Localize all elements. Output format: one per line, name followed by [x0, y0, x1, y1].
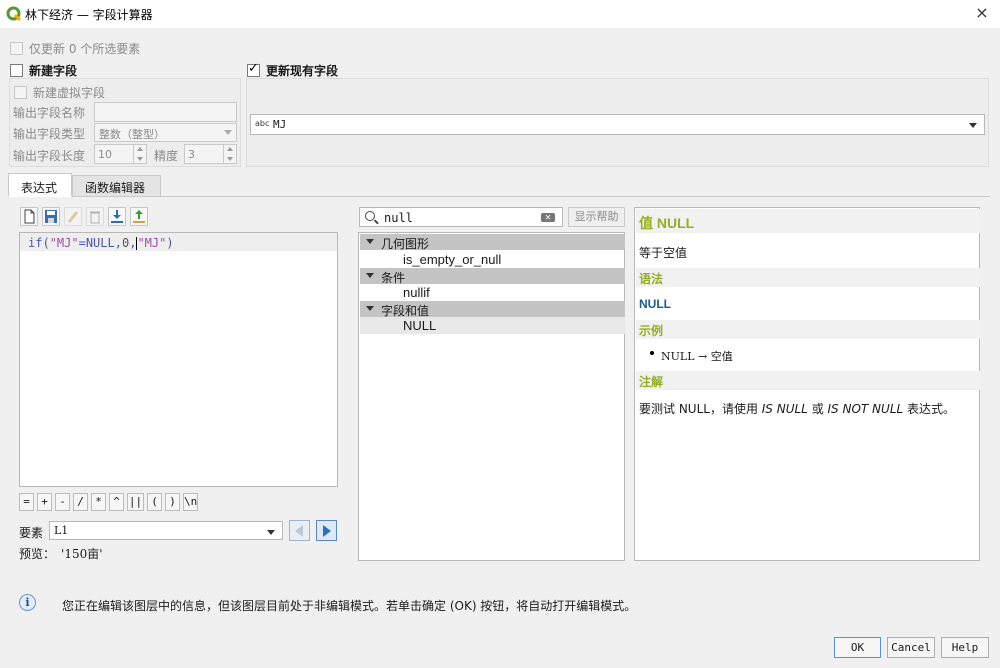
tree-group-geometry[interactable]: 几何图形 — [360, 234, 625, 251]
op-concat-button[interactable]: || — [127, 493, 144, 511]
info-message: 您正在编辑该图层中的信息，但该图层目前处于非编辑模式。若单击确定 (OK) 按钮… — [62, 599, 637, 613]
preview-label: 预览： — [19, 547, 56, 561]
output-type-label: 输出字段类型 — [13, 127, 86, 141]
qgis-logo-icon — [6, 6, 22, 22]
op-power-button[interactable]: ^ — [109, 493, 124, 511]
virtual-field-checkbox[interactable] — [14, 86, 27, 99]
search-value: null — [384, 211, 413, 225]
preview-row: 预览： '150亩' — [19, 545, 103, 562]
tree-item-null[interactable]: NULL — [360, 317, 625, 334]
tree-item-nullif[interactable]: nullif — [360, 284, 625, 301]
chevron-down-icon — [224, 130, 232, 135]
help-syntax-header: 语法 — [636, 268, 980, 287]
help-syntax: NULL — [639, 297, 671, 311]
help-description: 等于空值 — [639, 246, 688, 260]
new-file-icon[interactable] — [20, 207, 38, 226]
tab-function-editor[interactable]: 函数编辑器 — [72, 175, 161, 197]
info-icon — [19, 594, 36, 611]
chevron-down-icon — [969, 123, 977, 128]
output-length-value: 10 — [98, 148, 112, 161]
virtual-field-label: 新建虚拟字段 — [33, 86, 106, 100]
existing-field-value: MJ — [273, 118, 287, 131]
show-help-button[interactable]: 显示帮助 — [568, 207, 625, 227]
search-icon — [365, 211, 375, 221]
output-length-label: 输出字段长度 — [13, 149, 86, 163]
new-field-checkbox[interactable] — [10, 64, 23, 77]
precision-label: 精度 — [154, 149, 179, 163]
text-field-type-icon: abc — [255, 119, 270, 128]
new-field-row: 新建字段 — [10, 62, 77, 79]
chevron-down-icon[interactable] — [366, 273, 374, 278]
update-existing-checkbox[interactable] — [247, 61, 260, 77]
op-equals-button[interactable]: = — [19, 493, 34, 511]
ok-button[interactable]: OK — [834, 637, 881, 658]
update-existing-row: 更新现有字段 — [247, 61, 339, 79]
delete-icon[interactable] — [86, 207, 104, 226]
op-close-paren-button[interactable]: ) — [165, 493, 180, 511]
clear-icon[interactable]: ✕ — [541, 213, 555, 222]
next-feature-button[interactable] — [316, 520, 337, 541]
tree-group-conditionals[interactable]: 条件 — [360, 268, 625, 285]
feature-label: 要素 — [19, 526, 44, 540]
function-help-panel: 值 NULL 等于空值 语法 NULL 示例 NULL → 空值 注解 要测试 … — [634, 207, 980, 561]
op-plus-button[interactable]: + — [37, 493, 52, 511]
title-bar: 林下经济 — 字段计算器 × — [0, 0, 1000, 28]
function-search-input[interactable]: null ✕ — [359, 207, 563, 227]
help-notes-header: 注解 — [636, 371, 980, 390]
import-icon[interactable] — [108, 207, 126, 226]
help-title: 值 NULL — [636, 209, 980, 233]
cancel-button[interactable]: Cancel — [887, 637, 935, 658]
precision-spinbox[interactable]: 3 — [184, 144, 237, 164]
precision-value: 3 — [188, 148, 195, 161]
help-example: NULL → 空值 — [661, 350, 733, 363]
existing-field-combo[interactable]: abc MJ — [250, 114, 985, 135]
op-open-paren-button[interactable]: ( — [147, 493, 162, 511]
chevron-down-icon[interactable] — [366, 306, 374, 311]
save-icon[interactable] — [42, 207, 60, 226]
spin-arrows-icon[interactable] — [133, 145, 146, 163]
feature-value: L1 — [54, 524, 69, 537]
update-selected-row: 仅更新 0 个所选要素 — [10, 40, 140, 57]
op-multiply-button[interactable]: * — [91, 493, 106, 511]
new-field-label: 新建字段 — [29, 64, 78, 78]
window-title: 林下经济 — 字段计算器 — [25, 8, 153, 22]
chevron-down-icon[interactable] — [366, 239, 374, 244]
update-existing-label: 更新现有字段 — [266, 64, 339, 78]
expression-code: if("MJ"=NULL,0,"MJ") — [28, 236, 174, 250]
virtual-field-row: 新建虚拟字段 — [14, 84, 105, 101]
close-icon[interactable]: × — [974, 4, 990, 22]
export-icon[interactable] — [130, 207, 148, 226]
previous-feature-button[interactable] — [289, 520, 310, 541]
help-button[interactable]: Help — [941, 637, 989, 658]
preview-value: '150亩' — [61, 547, 103, 561]
op-divide-button[interactable]: / — [73, 493, 88, 511]
edit-icon[interactable] — [64, 207, 82, 226]
output-name-input[interactable] — [94, 102, 237, 122]
output-type-combo[interactable]: 整数（整型） — [94, 123, 237, 142]
tab-expression[interactable]: 表达式 — [8, 173, 72, 197]
tree-group-fields-values[interactable]: 字段和值 — [360, 301, 625, 318]
help-examples-header: 示例 — [636, 320, 980, 339]
bullet-icon — [650, 351, 654, 355]
update-selected-label: 仅更新 0 个所选要素 — [29, 42, 141, 56]
feature-combo[interactable]: L1 — [49, 521, 283, 540]
tree-item-is-empty-or-null[interactable]: is_empty_or_null — [360, 251, 625, 268]
update-selected-checkbox[interactable] — [10, 42, 23, 55]
expression-editor[interactable]: if("MJ"=NULL,0,"MJ") — [19, 232, 338, 487]
op-minus-button[interactable]: - — [55, 493, 70, 511]
function-tree: 几何图形 is_empty_or_null 条件 nullif 字段和值 NUL… — [358, 232, 625, 561]
spin-arrows-icon[interactable] — [223, 145, 236, 163]
output-type-value: 整数（整型） — [99, 128, 165, 141]
output-length-spinbox[interactable]: 10 — [94, 144, 147, 164]
help-note: 要测试 NULL，请使用 IS NULL 或 IS NOT NULL 表达式。 — [639, 402, 956, 416]
chevron-down-icon — [267, 530, 275, 535]
output-name-label: 输出字段名称 — [13, 106, 86, 120]
op-newline-button[interactable]: \n — [183, 493, 198, 511]
